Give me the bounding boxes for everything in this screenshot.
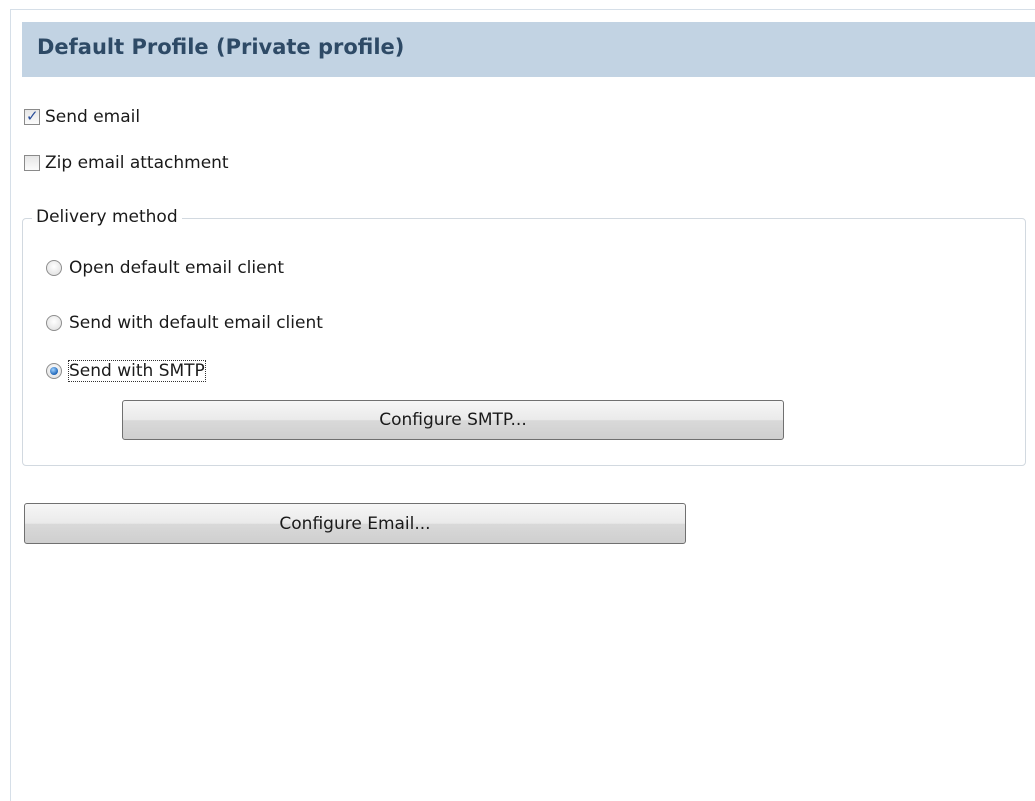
send-default-client-label: Send with default email client bbox=[69, 313, 323, 333]
radio-send-smtp[interactable]: Send with SMTP bbox=[46, 360, 206, 382]
send-smtp-radio[interactable] bbox=[46, 363, 62, 379]
configure-email-button[interactable]: Configure Email... bbox=[24, 503, 686, 544]
profile-title: Default Profile (Private profile) bbox=[37, 35, 405, 59]
zip-attachment-checkbox[interactable] bbox=[24, 155, 40, 171]
send-email-label: Send email bbox=[45, 107, 141, 127]
zip-attachment-label: Zip email attachment bbox=[45, 153, 229, 173]
send-smtp-label: Send with SMTP bbox=[68, 360, 206, 382]
open-default-client-radio[interactable] bbox=[46, 260, 62, 276]
radio-send-default-client[interactable]: Send with default email client bbox=[46, 313, 323, 333]
configure-smtp-button[interactable]: Configure SMTP... bbox=[122, 400, 784, 440]
send-email-option[interactable]: Send email bbox=[24, 107, 140, 127]
zip-attachment-option[interactable]: Zip email attachment bbox=[24, 153, 229, 173]
send-default-client-radio[interactable] bbox=[46, 315, 62, 331]
open-default-client-label: Open default email client bbox=[69, 258, 285, 278]
profile-header: Default Profile (Private profile) bbox=[22, 22, 1035, 77]
radio-open-default-client[interactable]: Open default email client bbox=[46, 258, 284, 278]
delivery-method-legend: Delivery method bbox=[32, 207, 182, 227]
send-email-checkbox[interactable] bbox=[24, 107, 40, 125]
